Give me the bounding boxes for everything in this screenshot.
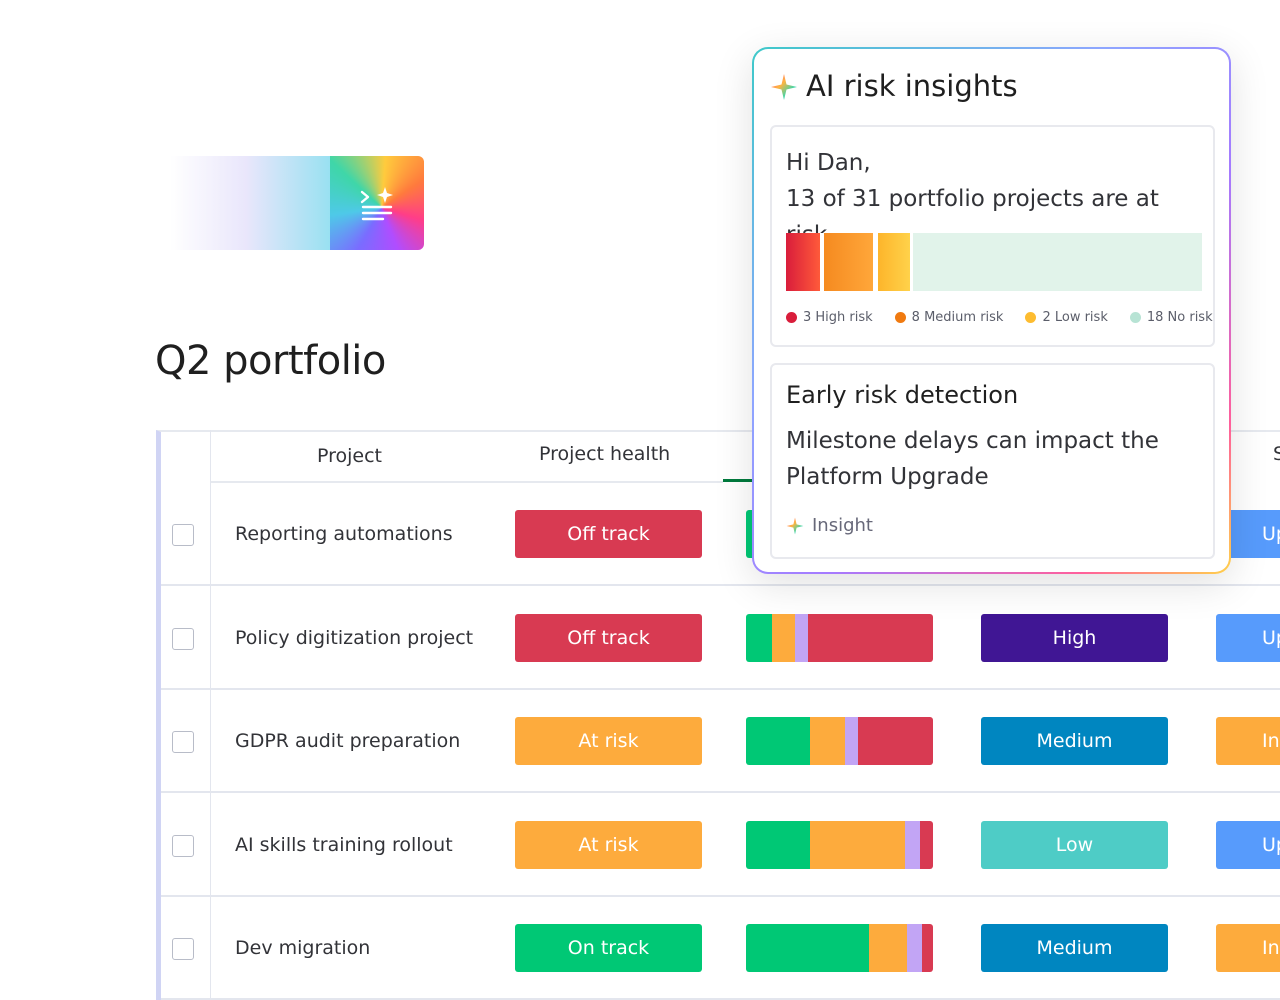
risk-legend: 3 High risk 8 Medium risk 2 Low risk 18 No … [786, 310, 1213, 325]
risk-bar-high [786, 233, 820, 291]
legend-item: 18 No risk [1129, 310, 1213, 325]
ai-assistant-tile[interactable] [330, 156, 424, 250]
risk-bar-low [878, 233, 910, 291]
risk-bar-none [913, 233, 1202, 291]
ai-risk-insights-panel: AI risk insights Hi Dan, 13 of 31 portfo… [752, 47, 1231, 574]
table-row[interactable]: AI skills training rollout At risk Low Up [161, 794, 1280, 897]
risk-distribution-bar [786, 233, 1202, 291]
progress-segment [809, 821, 905, 869]
status-label[interactable]: Up [1216, 821, 1280, 869]
legend-item: 2 Low risk [1025, 310, 1108, 325]
row-checkbox[interactable] [172, 524, 194, 546]
ai-tile-gradient-fade [170, 156, 340, 250]
row-checkbox[interactable] [172, 731, 194, 753]
project-health-status[interactable]: Off track [515, 614, 702, 662]
progress-segment [904, 821, 920, 869]
project-name[interactable]: Reporting automations [235, 523, 453, 545]
progress-segment [919, 821, 933, 869]
legend-item: 3 High risk [786, 310, 873, 325]
status-label[interactable]: In [1216, 924, 1280, 972]
row-checkbox[interactable] [172, 628, 194, 650]
panel-title: AI risk insights [806, 69, 1018, 103]
legend-dot [1129, 312, 1141, 323]
legend-dot [1025, 312, 1037, 323]
progress-segment [746, 924, 870, 972]
table-row[interactable]: GDPR audit preparation At risk Medium In [161, 690, 1280, 793]
legend-label: 2 Low risk [1042, 310, 1108, 325]
priority-label[interactable]: Medium [981, 924, 1168, 972]
progress-segment [807, 614, 933, 662]
progress-segment [746, 717, 810, 765]
insight-tag[interactable]: Insight [786, 515, 873, 536]
legend-dot [786, 312, 797, 323]
progress-segment [858, 717, 933, 765]
status-label[interactable]: In [1216, 717, 1280, 765]
project-health-status[interactable]: Off track [515, 510, 702, 558]
insight-label: Insight [812, 515, 873, 536]
legend-label: 8 Medium risk [911, 310, 1004, 325]
progress-segment [809, 717, 846, 765]
risk-summary-card: Hi Dan, 13 of 31 portfolio projects are … [770, 125, 1215, 347]
progress-segment [746, 821, 810, 869]
ai-summary-icon [360, 187, 393, 221]
progress-segment [794, 614, 808, 662]
project-name[interactable]: Policy digitization project [235, 627, 473, 649]
early-risk-detection-card: Early risk detection Milestone delays ca… [770, 363, 1215, 559]
greeting: Hi Dan, [786, 150, 871, 176]
legend-item: 8 Medium risk [894, 310, 1004, 325]
project-health-status[interactable]: At risk [515, 717, 702, 765]
progress-segment [869, 924, 907, 972]
ai-sparkle-icon [786, 517, 804, 534]
priority-label[interactable]: High [981, 614, 1168, 662]
row-checkbox[interactable] [172, 835, 194, 857]
progress-segment [845, 717, 859, 765]
project-name[interactable]: Dev migration [235, 937, 370, 959]
legend-dot [894, 312, 906, 323]
ai-sparkle-icon [771, 74, 797, 100]
status-label[interactable]: Up [1216, 614, 1280, 662]
progress-segment [906, 924, 922, 972]
progress-distribution-bar[interactable] [746, 821, 933, 869]
progress-segment [746, 614, 773, 662]
priority-label[interactable]: Medium [981, 717, 1168, 765]
progress-distribution-bar[interactable] [746, 717, 933, 765]
project-health-status[interactable]: At risk [515, 821, 702, 869]
legend-label: 18 No risk [1146, 310, 1213, 325]
progress-distribution-bar[interactable] [746, 924, 933, 972]
row-checkbox[interactable] [172, 938, 194, 960]
progress-distribution-bar[interactable] [746, 614, 933, 662]
progress-segment [772, 614, 795, 662]
table-row[interactable]: Dev migration On track Medium In [161, 897, 1280, 1000]
priority-label[interactable]: Low [981, 821, 1168, 869]
header-project-health[interactable]: Project health [539, 443, 670, 465]
project-health-status[interactable]: On track [515, 924, 702, 972]
project-name[interactable]: AI skills training rollout [235, 834, 453, 856]
detection-body: Milestone delays can impact the Platform… [786, 428, 1159, 490]
table-row[interactable]: Policy digitization project Off track High… [161, 587, 1280, 690]
project-name[interactable]: GDPR audit preparation [235, 730, 460, 752]
legend-label: 3 High risk [803, 310, 873, 325]
header-project[interactable]: Project [317, 445, 382, 467]
detection-title: Early risk detection [786, 381, 1019, 409]
page-title: Q2 portfolio [155, 338, 386, 384]
progress-segment [921, 924, 933, 972]
risk-bar-medium [824, 233, 873, 291]
header-status-truncated[interactable]: S [1273, 443, 1280, 465]
